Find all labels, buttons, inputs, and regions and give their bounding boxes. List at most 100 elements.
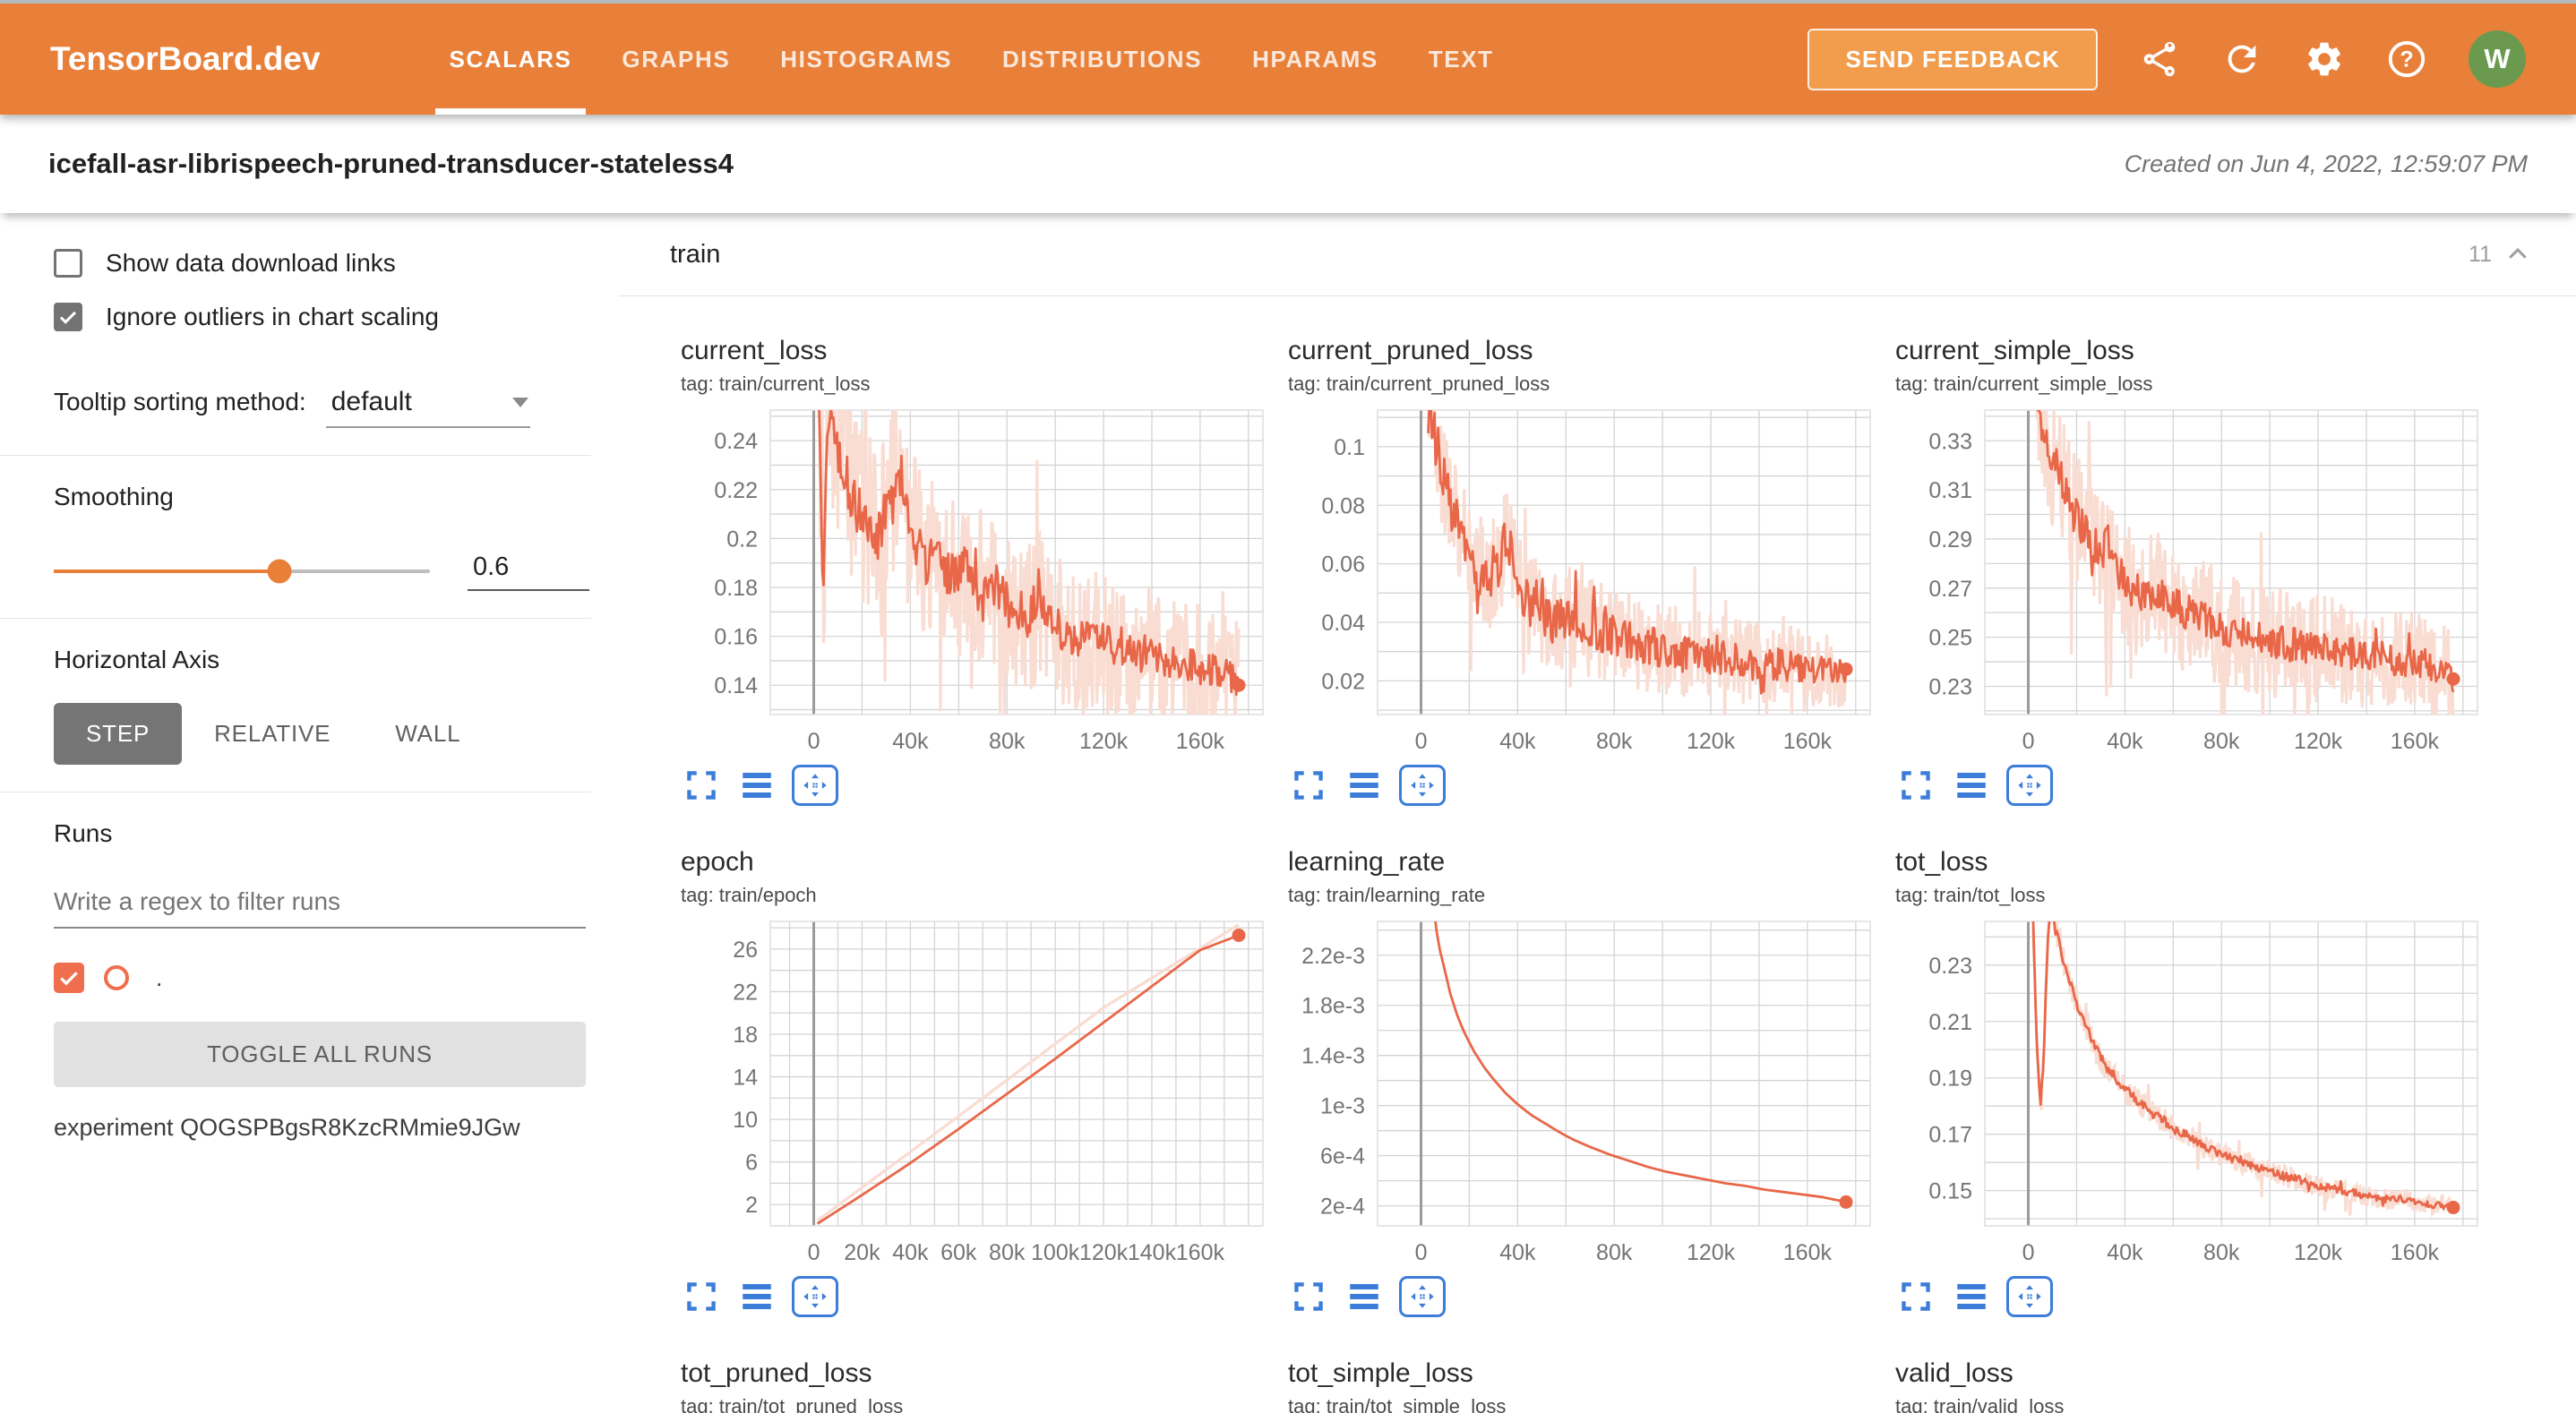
chart-plot[interactable]: 0.10.080.060.040.02040k80k120k160k	[1288, 405, 1879, 763]
smoothing-value-input[interactable]: 0.6	[468, 551, 589, 591]
chart-plot[interactable]: 262218141062020k40k60k80k100k120k140k160…	[681, 916, 1272, 1274]
svg-text:6e-4: 6e-4	[1320, 1144, 1365, 1169]
avatar[interactable]: W	[2469, 30, 2526, 88]
group-label: train	[670, 240, 720, 270]
svg-text:160k: 160k	[1783, 729, 1833, 754]
svg-text:40k: 40k	[1499, 729, 1536, 754]
expand-chart-icon[interactable]	[681, 1276, 722, 1317]
fit-domain-icon[interactable]	[2006, 765, 2053, 806]
app-logo[interactable]: TensorBoard.dev	[50, 40, 321, 78]
ignore-outliers-checkbox-row[interactable]: Ignore outliers in chart scaling	[54, 303, 591, 331]
fit-domain-icon[interactable]	[792, 765, 838, 806]
chart-title: learning_rate	[1288, 847, 1879, 878]
axis-step-button[interactable]: STEP	[54, 703, 182, 765]
svg-text:0.21: 0.21	[1928, 1010, 1972, 1035]
charts-grid: current_loss tag: train/current_loss 0.2…	[618, 296, 2576, 1413]
expand-chart-icon[interactable]	[1288, 765, 1329, 806]
navbar: TensorBoard.dev SCALARSGRAPHSHISTOGRAMSD…	[0, 4, 2576, 115]
data-table-icon[interactable]	[1951, 765, 1992, 806]
show-download-links-checkbox-row[interactable]: Show data download links	[54, 249, 591, 278]
chart-actions	[1895, 765, 2486, 806]
chart-tag: tag: train/valid_loss	[1895, 1395, 2486, 1413]
chart-plot[interactable]: 0.230.210.190.170.15040k80k120k160k	[1895, 916, 2486, 1274]
chart-tag: tag: train/tot_simple_loss	[1288, 1395, 1879, 1413]
navbar-actions: SEND FEEDBACK ? W	[1807, 29, 2526, 90]
smoothing-slider[interactable]	[54, 569, 430, 573]
group-chart-count: 11	[2469, 242, 2492, 268]
chart-card-tot_pruned_loss: tot_pruned_loss tag: train/tot_pruned_lo…	[681, 1358, 1272, 1413]
slider-thumb[interactable]	[268, 559, 292, 583]
horizontal-axis-label: Horizontal Axis	[54, 646, 591, 674]
data-table-icon[interactable]	[736, 765, 777, 806]
slider-fill	[54, 569, 279, 573]
refresh-icon[interactable]	[2221, 39, 2263, 80]
svg-text:0.14: 0.14	[714, 673, 758, 698]
data-table-icon[interactable]	[1951, 1276, 1992, 1317]
svg-text:80k: 80k	[1596, 1240, 1633, 1265]
svg-text:40k: 40k	[1499, 1240, 1536, 1265]
data-table-icon[interactable]	[1344, 1276, 1385, 1317]
tab-hparams[interactable]: HPARAMS	[1227, 4, 1404, 115]
svg-text:0.24: 0.24	[714, 429, 758, 454]
checkbox-checked-icon[interactable]	[54, 303, 82, 331]
settings-icon[interactable]	[2304, 39, 2345, 80]
data-table-icon[interactable]	[736, 1276, 777, 1317]
toggle-all-runs-button[interactable]: TOGGLE ALL RUNS	[54, 1022, 586, 1087]
checkbox-label: Show data download links	[106, 249, 396, 278]
run-row[interactable]: .	[54, 963, 591, 993]
svg-text:1.4e-3: 1.4e-3	[1301, 1044, 1365, 1069]
tab-text[interactable]: TEXT	[1404, 4, 1519, 115]
chart-tag: tag: train/current_loss	[681, 373, 1272, 396]
svg-text:160k: 160k	[1176, 729, 1225, 754]
divider	[0, 455, 591, 456]
tooltip-sorting-value: default	[331, 387, 412, 416]
chart-tag: tag: train/current_pruned_loss	[1288, 373, 1879, 396]
run-checkbox-icon[interactable]	[54, 963, 84, 993]
svg-text:2e-4: 2e-4	[1320, 1195, 1365, 1220]
tab-graphs[interactable]: GRAPHS	[597, 4, 755, 115]
train-group-header[interactable]: train 11	[618, 213, 2576, 296]
expand-chart-icon[interactable]	[681, 765, 722, 806]
tab-distributions[interactable]: DISTRIBUTIONS	[977, 4, 1227, 115]
chart-plot[interactable]: 0.240.220.20.180.160.14040k80k120k160k	[681, 405, 1272, 763]
svg-text:120k: 120k	[1079, 1240, 1129, 1265]
chart-card-current_pruned_loss: current_pruned_loss tag: train/current_p…	[1288, 336, 1879, 806]
chart-card-learning_rate: learning_rate tag: train/learning_rate 2…	[1288, 847, 1879, 1317]
runs-filter-input[interactable]	[54, 884, 586, 929]
send-feedback-button[interactable]: SEND FEEDBACK	[1807, 29, 2098, 90]
svg-text:160k: 160k	[2391, 729, 2440, 754]
svg-text:0.33: 0.33	[1928, 429, 1972, 454]
chart-plot[interactable]: 0.330.310.290.270.250.23040k80k120k160k	[1895, 405, 2486, 763]
svg-text:0.18: 0.18	[714, 576, 758, 601]
tooltip-sorting-select[interactable]: default	[326, 385, 530, 428]
tab-scalars[interactable]: SCALARS	[425, 4, 597, 115]
svg-text:0.06: 0.06	[1321, 552, 1365, 578]
svg-text:80k: 80k	[989, 1240, 1026, 1265]
chart-card-tot_loss: tot_loss tag: train/tot_loss 0.230.210.1…	[1895, 847, 2486, 1317]
data-table-icon[interactable]	[1344, 765, 1385, 806]
checkbox-label: Ignore outliers in chart scaling	[106, 303, 439, 331]
expand-chart-icon[interactable]	[1288, 1276, 1329, 1317]
expand-chart-icon[interactable]	[1895, 765, 1936, 806]
fit-domain-icon[interactable]	[1399, 1276, 1446, 1317]
share-icon[interactable]	[2139, 39, 2180, 80]
chart-card-current_loss: current_loss tag: train/current_loss 0.2…	[681, 336, 1272, 806]
fit-domain-icon[interactable]	[792, 1276, 838, 1317]
chart-plot[interactable]: 2.2e-31.8e-31.4e-31e-36e-42e-4040k80k120…	[1288, 916, 1879, 1274]
svg-text:0.23: 0.23	[1928, 674, 1972, 699]
svg-text:40k: 40k	[2107, 1240, 2143, 1265]
chart-title: current_simple_loss	[1895, 336, 2486, 366]
fit-domain-icon[interactable]	[2006, 1276, 2053, 1317]
checkbox-unchecked-icon[interactable]	[54, 249, 82, 278]
axis-relative-button[interactable]: RELATIVE	[182, 703, 363, 765]
svg-text:?: ?	[2400, 47, 2413, 73]
help-icon[interactable]: ?	[2386, 39, 2427, 80]
axis-wall-button[interactable]: WALL	[363, 703, 493, 765]
tab-histograms[interactable]: HISTOGRAMS	[755, 4, 977, 115]
experiment-title: icefall-asr-librispeech-pruned-transduce…	[48, 148, 734, 180]
svg-text:20k: 20k	[844, 1240, 880, 1265]
svg-text:0.02: 0.02	[1321, 669, 1365, 694]
svg-text:0.31: 0.31	[1928, 478, 1972, 503]
fit-domain-icon[interactable]	[1399, 765, 1446, 806]
expand-chart-icon[interactable]	[1895, 1276, 1936, 1317]
